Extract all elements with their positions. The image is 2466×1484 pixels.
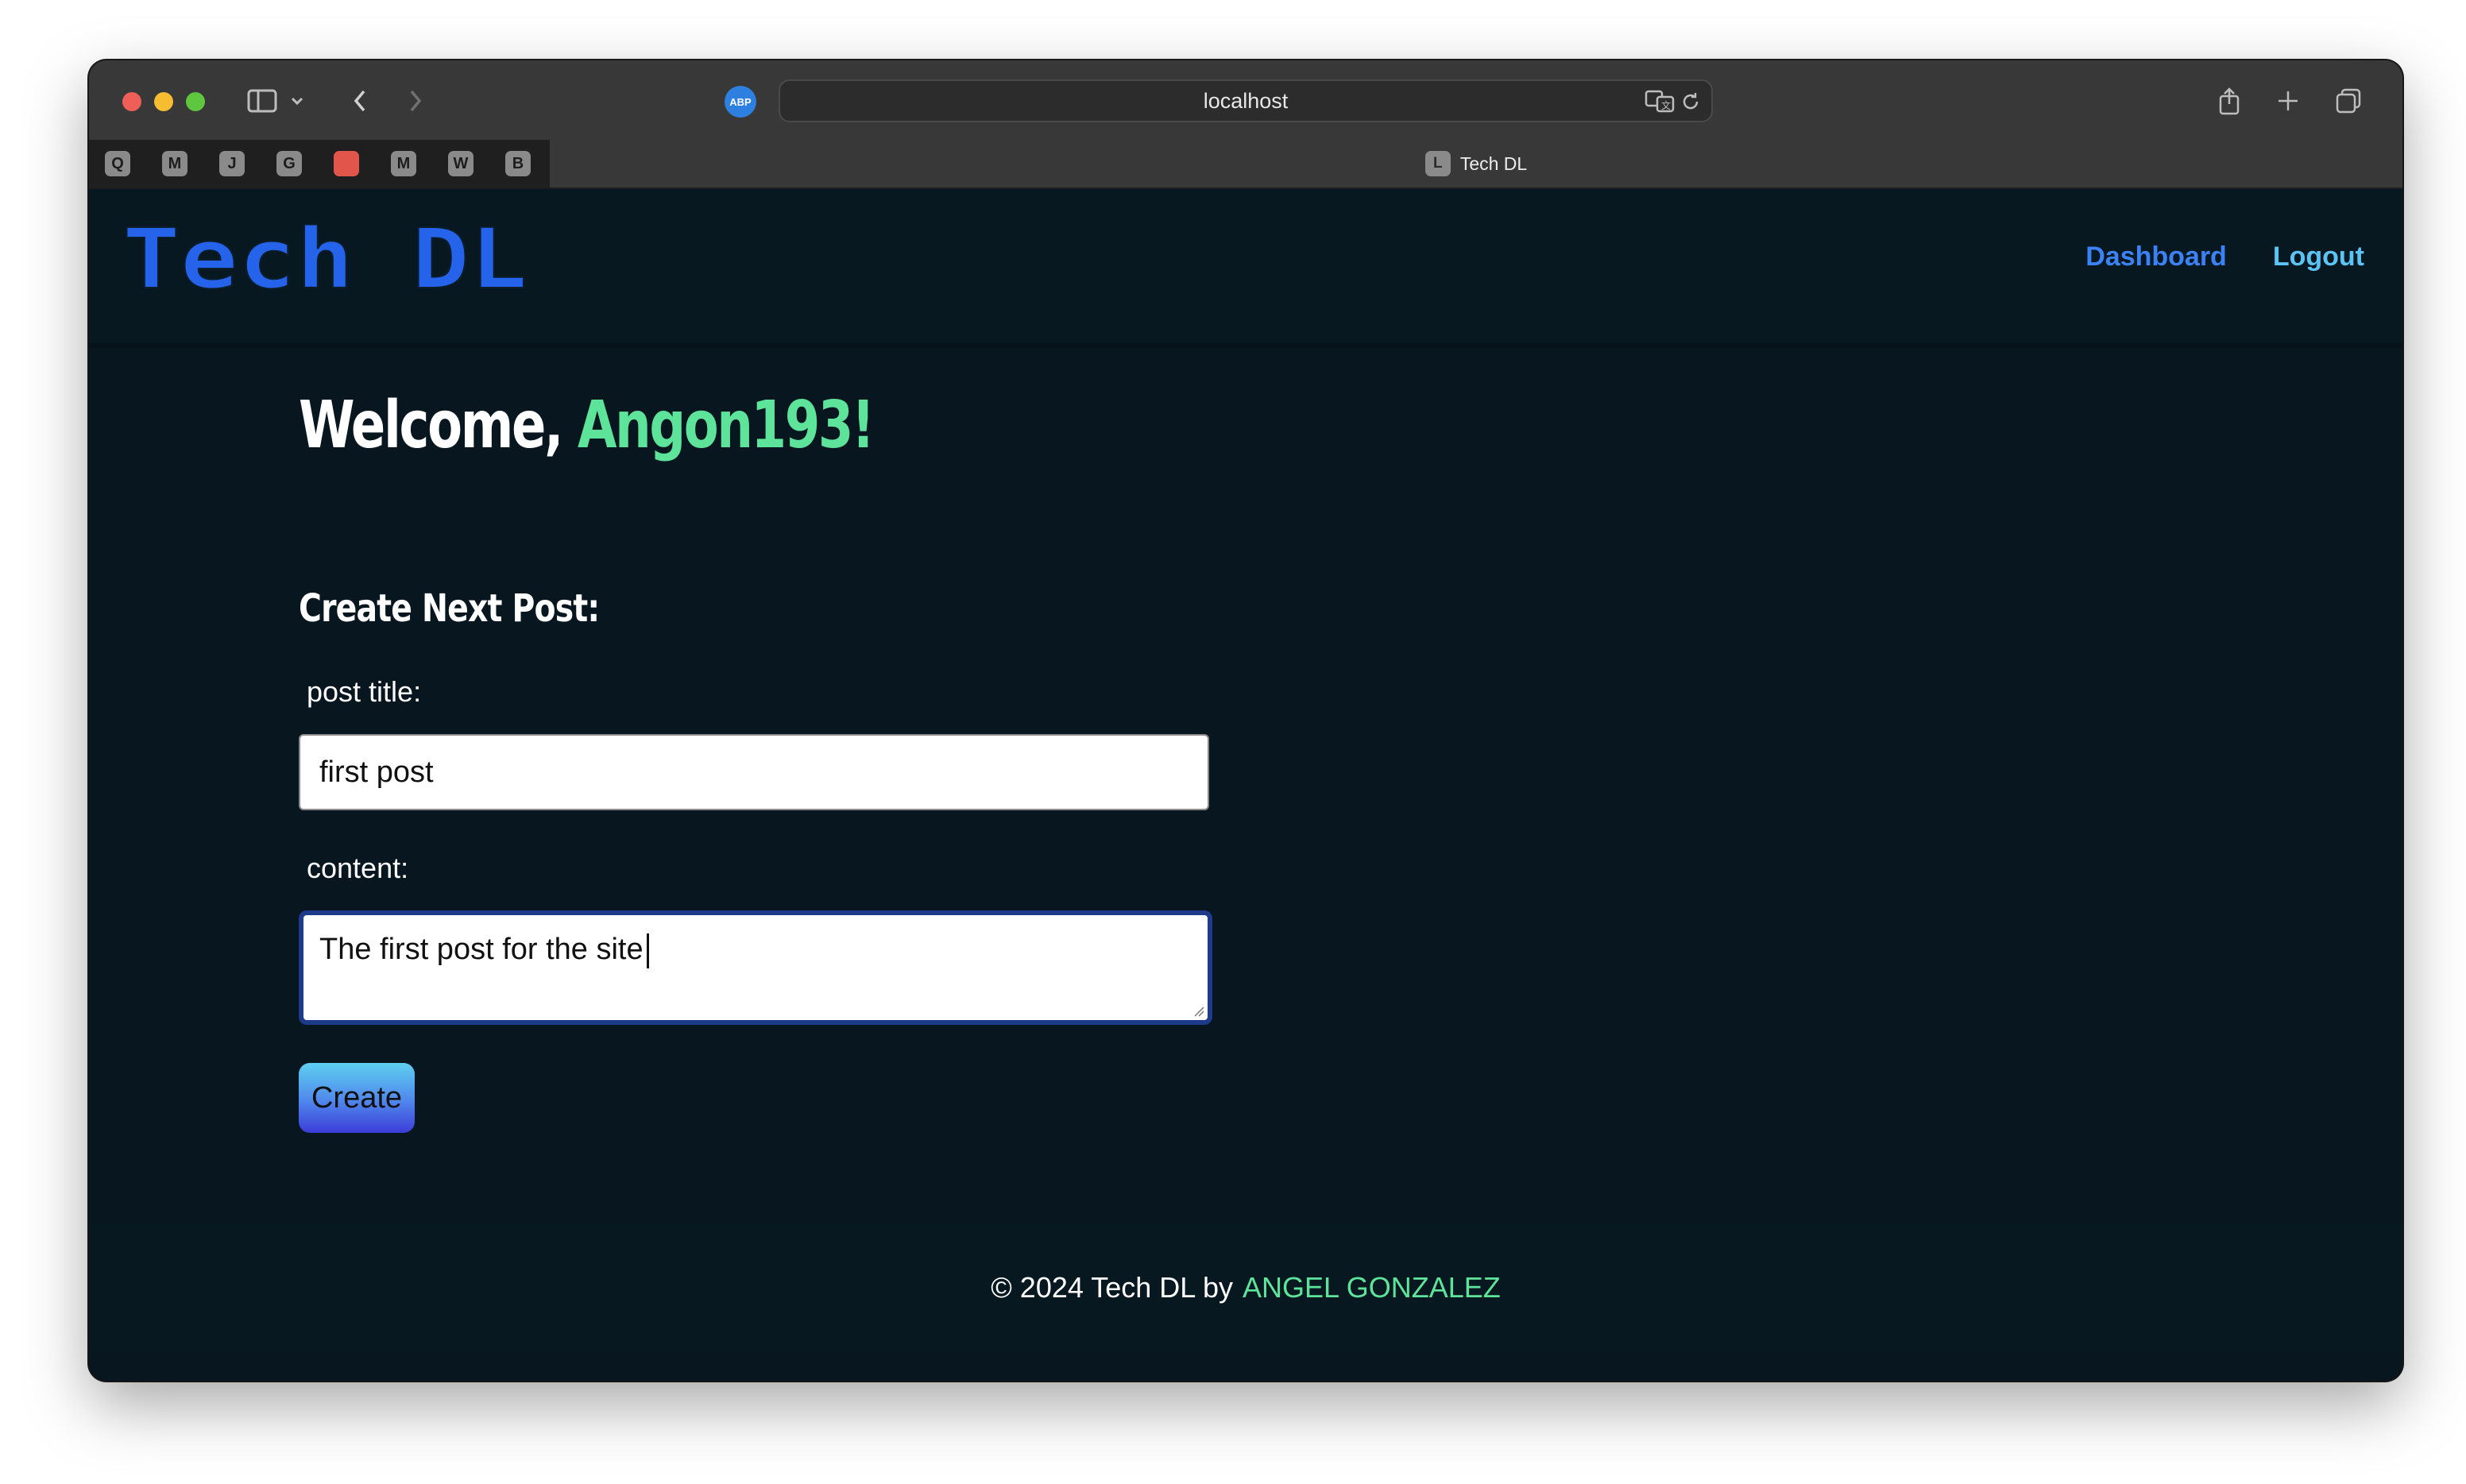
pinned-tab[interactable] — [334, 151, 359, 176]
forward-icon[interactable] — [404, 81, 427, 121]
zoom-window-button[interactable] — [186, 92, 205, 111]
tab-bar: Q M J G M W B L Tech DL — [89, 140, 2402, 189]
close-window-button[interactable] — [122, 92, 141, 111]
browser-toolbar: ABP localhost 文 — [89, 60, 2402, 140]
new-tab-icon[interactable] — [2274, 81, 2302, 121]
welcome-heading: Welcome, Angon193! — [299, 388, 875, 463]
nav-logout-link[interactable]: Logout — [2273, 242, 2364, 272]
post-title-label: post title: — [307, 675, 422, 708]
tab-favicon: L — [1424, 151, 1451, 176]
content-text: The first post for the site — [319, 933, 644, 966]
pinned-tab[interactable]: Q — [105, 151, 130, 176]
pinned-tab[interactable]: M — [162, 151, 187, 176]
url-text: localhost — [1203, 88, 1289, 113]
reload-icon[interactable] — [1679, 91, 1702, 118]
tab-title: Tech DL — [1459, 153, 1528, 174]
tab-overview-icon[interactable] — [2334, 81, 2363, 121]
pinned-tab[interactable]: B — [505, 151, 531, 176]
chevron-down-icon[interactable] — [288, 81, 307, 121]
back-icon[interactable] — [348, 81, 372, 121]
nav-dashboard-link[interactable]: Dashboard — [2085, 242, 2227, 272]
web-page: Tech DL Dashboard Logout Welcome, Angon1… — [89, 189, 2402, 1381]
svg-text:文: 文 — [1661, 99, 1671, 111]
footer-copyright: © 2024 Tech DL by — [991, 1271, 1233, 1304]
create-button[interactable]: Create — [299, 1063, 415, 1133]
browser-window: ABP localhost 文 Q M J G M W B L Tech DL … — [89, 60, 2402, 1381]
username: Angon193! — [577, 388, 875, 463]
sidebar-toggle-icon[interactable] — [245, 81, 280, 121]
pinned-tab[interactable]: M — [391, 151, 416, 176]
pinned-tabs: Q M J G M W B — [89, 140, 550, 187]
pinned-tab[interactable]: W — [448, 151, 473, 176]
adblock-extension-icon[interactable]: ABP — [725, 86, 756, 118]
site-footer: © 2024 Tech DL by ANGEL GONZALEZ — [89, 1223, 2402, 1352]
site-header: Tech DL Dashboard Logout — [89, 189, 2402, 348]
text-caret — [646, 933, 649, 968]
content-label: content: — [307, 852, 409, 884]
form-heading: Create Next Post: — [299, 586, 600, 631]
address-bar[interactable]: localhost 文 — [779, 79, 1713, 122]
pinned-tab[interactable]: G — [276, 151, 302, 176]
welcome-prefix: Welcome, — [299, 388, 578, 463]
post-title-input[interactable]: first post — [299, 734, 1209, 810]
active-tab[interactable]: L Tech DL — [550, 140, 2402, 187]
content-textarea[interactable]: The first post for the site — [299, 910, 1212, 1025]
logo-text: Tech DL — [122, 222, 528, 296]
minimize-window-button[interactable] — [154, 92, 173, 111]
resize-handle-icon[interactable] — [1193, 1006, 1204, 1017]
translate-icon[interactable]: 文 — [1645, 89, 1676, 118]
main-nav: Dashboard Logout — [2085, 242, 2364, 272]
site-logo[interactable]: Tech DL — [122, 222, 528, 296]
footer-author-link[interactable]: ANGEL GONZALEZ — [1243, 1271, 1501, 1304]
share-icon[interactable] — [2215, 81, 2244, 121]
pinned-tab[interactable]: J — [219, 151, 245, 176]
